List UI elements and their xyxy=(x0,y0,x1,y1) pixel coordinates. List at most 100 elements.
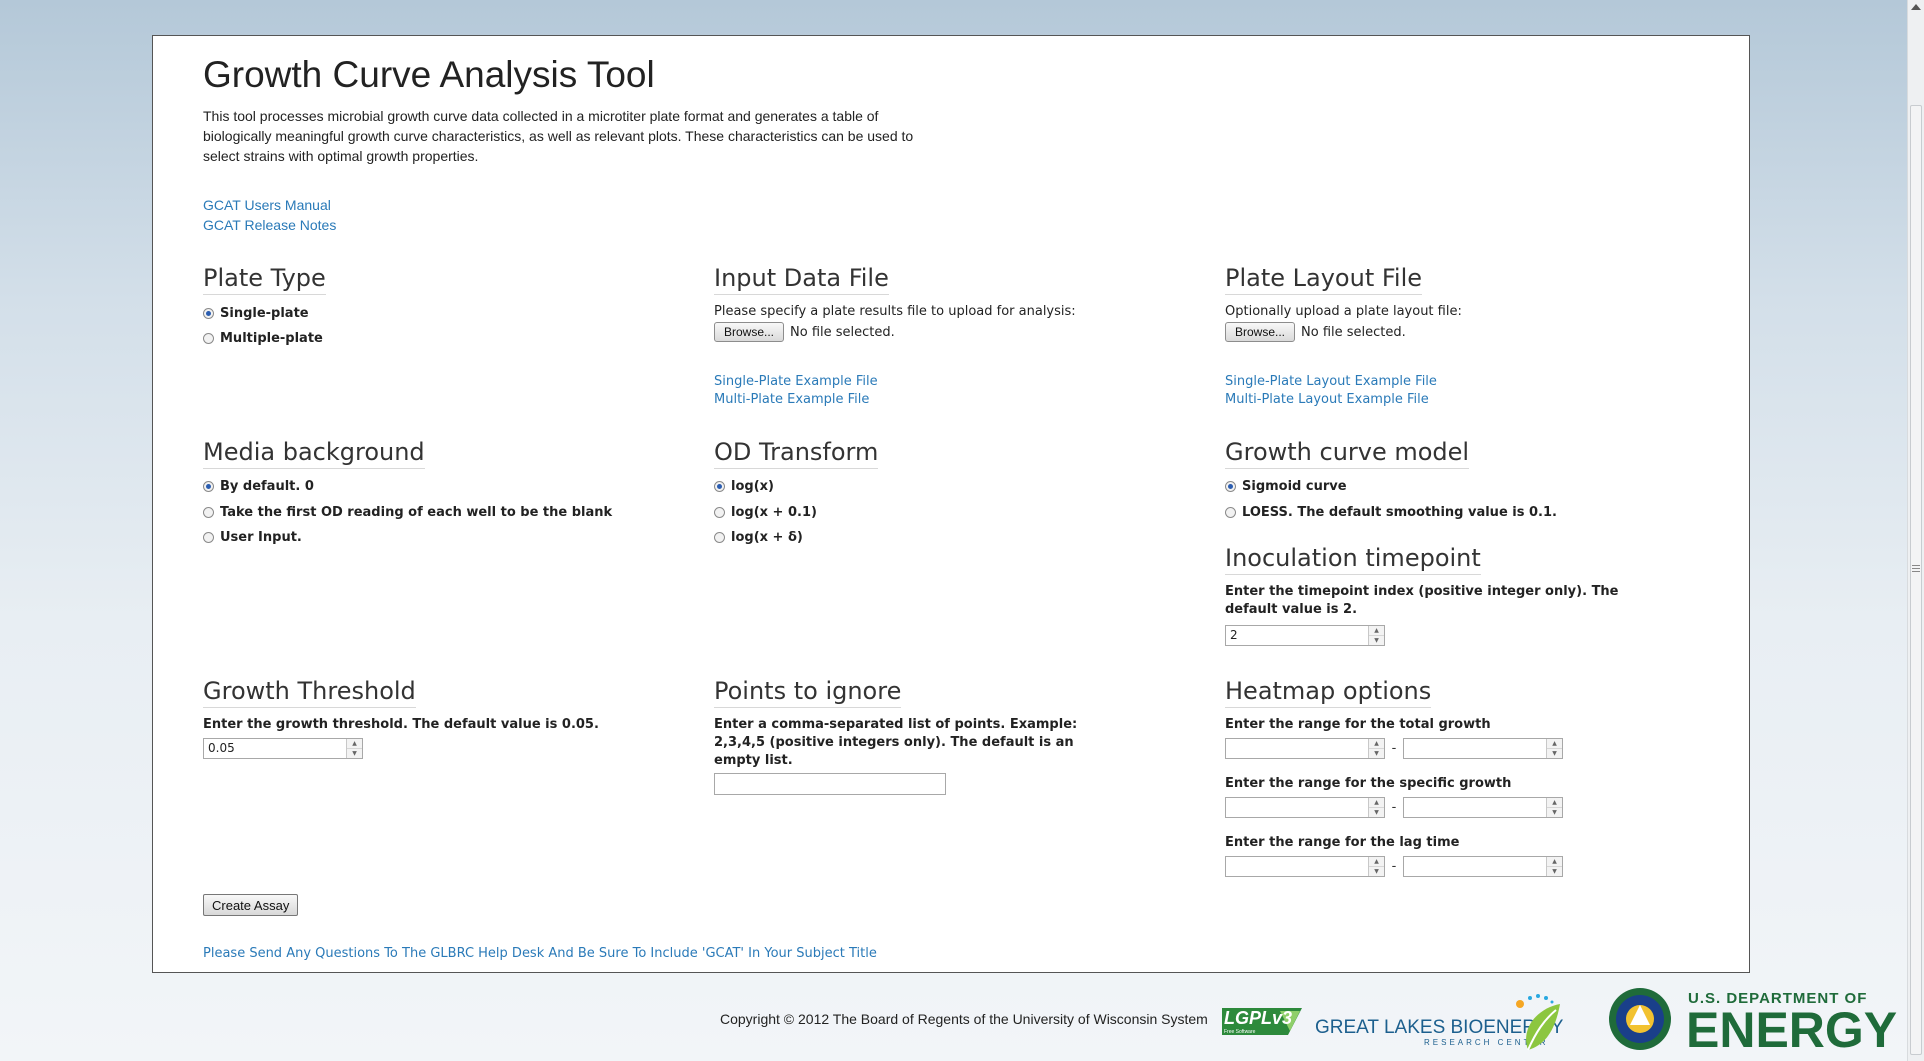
spinner-value: 0.05 xyxy=(208,741,235,755)
media-default-radio[interactable]: By default. 0 xyxy=(203,479,314,494)
plate-layout-browse-button[interactable]: Browse... xyxy=(1225,322,1296,342)
intro-text: This tool processes microbial growth cur… xyxy=(203,108,914,164)
input-data-browse-button[interactable]: Browse... xyxy=(714,322,785,342)
radio-label: Take the first OD reading of each well t… xyxy=(220,505,613,520)
single-plate-example-link[interactable]: Single-Plate Example File xyxy=(714,374,878,389)
radio-selected-icon xyxy=(714,481,725,492)
od-transform-title: OD Transform xyxy=(714,438,879,469)
radio-label: Sigmoid curve xyxy=(1242,479,1347,494)
page-title: Growth Curve Analysis Tool xyxy=(203,54,655,95)
specific-growth-range: ▲ ▼ - ▲ ▼ xyxy=(1225,797,1563,818)
plate-type-multiple-radio[interactable]: Multiple-plate xyxy=(203,331,323,346)
radio-unselected-icon xyxy=(203,532,214,543)
plate-type-single-radio[interactable]: Single-plate xyxy=(203,306,309,321)
lgpl-text: LGPLv3 xyxy=(1224,1008,1293,1028)
lag-time-min-input[interactable]: ▲ ▼ xyxy=(1225,856,1385,877)
model-loess-radio[interactable]: LOESS. The default smoothing value is 0.… xyxy=(1225,505,1557,520)
media-first-od-radio[interactable]: Take the first OD reading of each well t… xyxy=(203,505,612,520)
model-sigmoid-radio[interactable]: Sigmoid curve xyxy=(1225,479,1347,494)
spin-down-icon[interactable]: ▼ xyxy=(347,748,362,758)
radio-label: By default. 0 xyxy=(220,479,314,494)
spin-down-icon[interactable]: ▼ xyxy=(1369,866,1384,876)
spin-down-icon[interactable]: ▼ xyxy=(1547,866,1562,876)
radio-selected-icon xyxy=(203,481,214,492)
spin-up-icon[interactable]: ▲ xyxy=(1369,739,1384,748)
single-plate-layout-example-link[interactable]: Single-Plate Layout Example File xyxy=(1225,374,1437,389)
points-to-ignore-input[interactable] xyxy=(714,773,946,795)
spin-up-icon[interactable]: ▲ xyxy=(1369,798,1384,807)
spin-up-icon[interactable]: ▲ xyxy=(1547,739,1562,748)
multi-plate-example-link[interactable]: Multi-Plate Example File xyxy=(714,392,869,407)
spinner-value: 2 xyxy=(1230,628,1238,642)
create-assay-button[interactable]: Create Assay xyxy=(203,894,299,916)
multi-plate-layout-example-link[interactable]: Multi-Plate Layout Example File xyxy=(1225,392,1429,407)
spin-down-icon[interactable]: ▼ xyxy=(1369,635,1384,645)
input-data-prompt: Please specify a plate results file to u… xyxy=(714,304,1076,319)
input-data-file-title: Input Data File xyxy=(714,264,889,295)
total-growth-min-input[interactable]: ▲ ▼ xyxy=(1225,738,1385,759)
input-data-file-picker: Browse... No file selected. xyxy=(714,322,895,342)
lag-time-range: ▲ ▼ - ▲ ▼ xyxy=(1225,856,1563,877)
heatmap-options-title: Heatmap options xyxy=(1225,677,1432,708)
spin-down-icon[interactable]: ▼ xyxy=(1547,807,1562,817)
spin-up-icon[interactable]: ▲ xyxy=(1547,798,1562,807)
inoculation-timepoint-title: Inoculation timepoint xyxy=(1225,544,1481,575)
plate-layout-file-title: Plate Layout File xyxy=(1225,264,1423,295)
media-user-input-radio[interactable]: User Input. xyxy=(203,530,302,545)
points-to-ignore-title: Points to ignore xyxy=(714,677,902,708)
radio-label: log(x + δ) xyxy=(731,530,803,545)
spin-down-icon[interactable]: ▼ xyxy=(1369,748,1384,758)
spin-up-icon[interactable]: ▲ xyxy=(1547,857,1562,866)
radio-label: User Input. xyxy=(220,530,302,545)
radio-label: log(x + 0.1) xyxy=(731,505,817,520)
od-log-x-radio[interactable]: log(x) xyxy=(714,479,774,494)
lag-time-max-input[interactable]: ▲ ▼ xyxy=(1403,856,1563,877)
total-growth-range: ▲ ▼ - ▲ ▼ xyxy=(1225,738,1563,759)
total-growth-max-input[interactable]: ▲ ▼ xyxy=(1403,738,1563,759)
scroll-grip-icon xyxy=(1912,565,1920,574)
plate-layout-prompt: Optionally upload a plate layout file: xyxy=(1225,304,1462,319)
spin-down-icon[interactable]: ▼ xyxy=(1369,807,1384,817)
radio-unselected-icon xyxy=(203,333,214,344)
inoculation-timepoint-input[interactable]: 2 ▲ ▼ xyxy=(1225,625,1385,646)
lgpl-sub-text: Free Software xyxy=(1224,1029,1256,1035)
input-data-file-status: No file selected. xyxy=(790,324,895,340)
radio-unselected-icon xyxy=(714,507,725,518)
lgpl-logo: LGPLv3 Free Software xyxy=(1218,1005,1306,1039)
media-background-title: Media background xyxy=(203,438,425,469)
window-scrollbar[interactable] xyxy=(1907,0,1924,1061)
doe-energy-text: ENERGY xyxy=(1686,1002,1898,1058)
range-separator: - xyxy=(1391,800,1397,815)
glbrc-leaf-icon xyxy=(1516,994,1560,1051)
radio-label: log(x) xyxy=(731,479,774,494)
spin-up-icon[interactable]: ▲ xyxy=(1369,857,1384,866)
help-desk-link[interactable]: Please Send Any Questions To The GLBRC H… xyxy=(203,946,877,961)
doe-seal xyxy=(1608,985,1672,1053)
radio-label: Multiple-plate xyxy=(220,331,323,346)
od-log-x-01-radio[interactable]: log(x + 0.1) xyxy=(714,505,817,520)
radio-selected-icon xyxy=(203,308,214,319)
range-separator: - xyxy=(1391,859,1397,874)
lag-time-label: Enter the range for the lag time xyxy=(1225,835,1460,850)
growth-curve-model-title: Growth curve model xyxy=(1225,438,1470,469)
growth-threshold-input[interactable]: 0.05 ▲ ▼ xyxy=(203,738,363,759)
specific-growth-min-input[interactable]: ▲ ▼ xyxy=(1225,797,1385,818)
spin-up-icon[interactable]: ▲ xyxy=(1369,626,1384,635)
scrollbar-thumb[interactable] xyxy=(1910,105,1922,1055)
od-log-x-delta-radio[interactable]: log(x + δ) xyxy=(714,530,803,545)
radio-label: LOESS. The default smoothing value is 0.… xyxy=(1242,505,1557,520)
spin-down-icon[interactable]: ▼ xyxy=(1547,748,1562,758)
copyright-text: Copyright © 2012 The Board of Regents of… xyxy=(720,1011,1208,1027)
scroll-up-arrow-icon[interactable] xyxy=(1911,4,1921,10)
radio-unselected-icon xyxy=(714,532,725,543)
radio-unselected-icon xyxy=(203,507,214,518)
growth-threshold-title: Growth Threshold xyxy=(203,677,416,708)
points-to-ignore-label: Enter a comma-separated list of points. … xyxy=(714,717,1078,768)
users-manual-link[interactable]: GCAT Users Manual xyxy=(203,197,331,213)
plate-type-title: Plate Type xyxy=(203,264,326,295)
release-notes-link[interactable]: GCAT Release Notes xyxy=(203,217,336,233)
spin-up-icon[interactable]: ▲ xyxy=(347,739,362,748)
range-separator: - xyxy=(1391,741,1397,756)
specific-growth-max-input[interactable]: ▲ ▼ xyxy=(1403,797,1563,818)
plate-layout-file-picker: Browse... No file selected. xyxy=(1225,322,1406,342)
